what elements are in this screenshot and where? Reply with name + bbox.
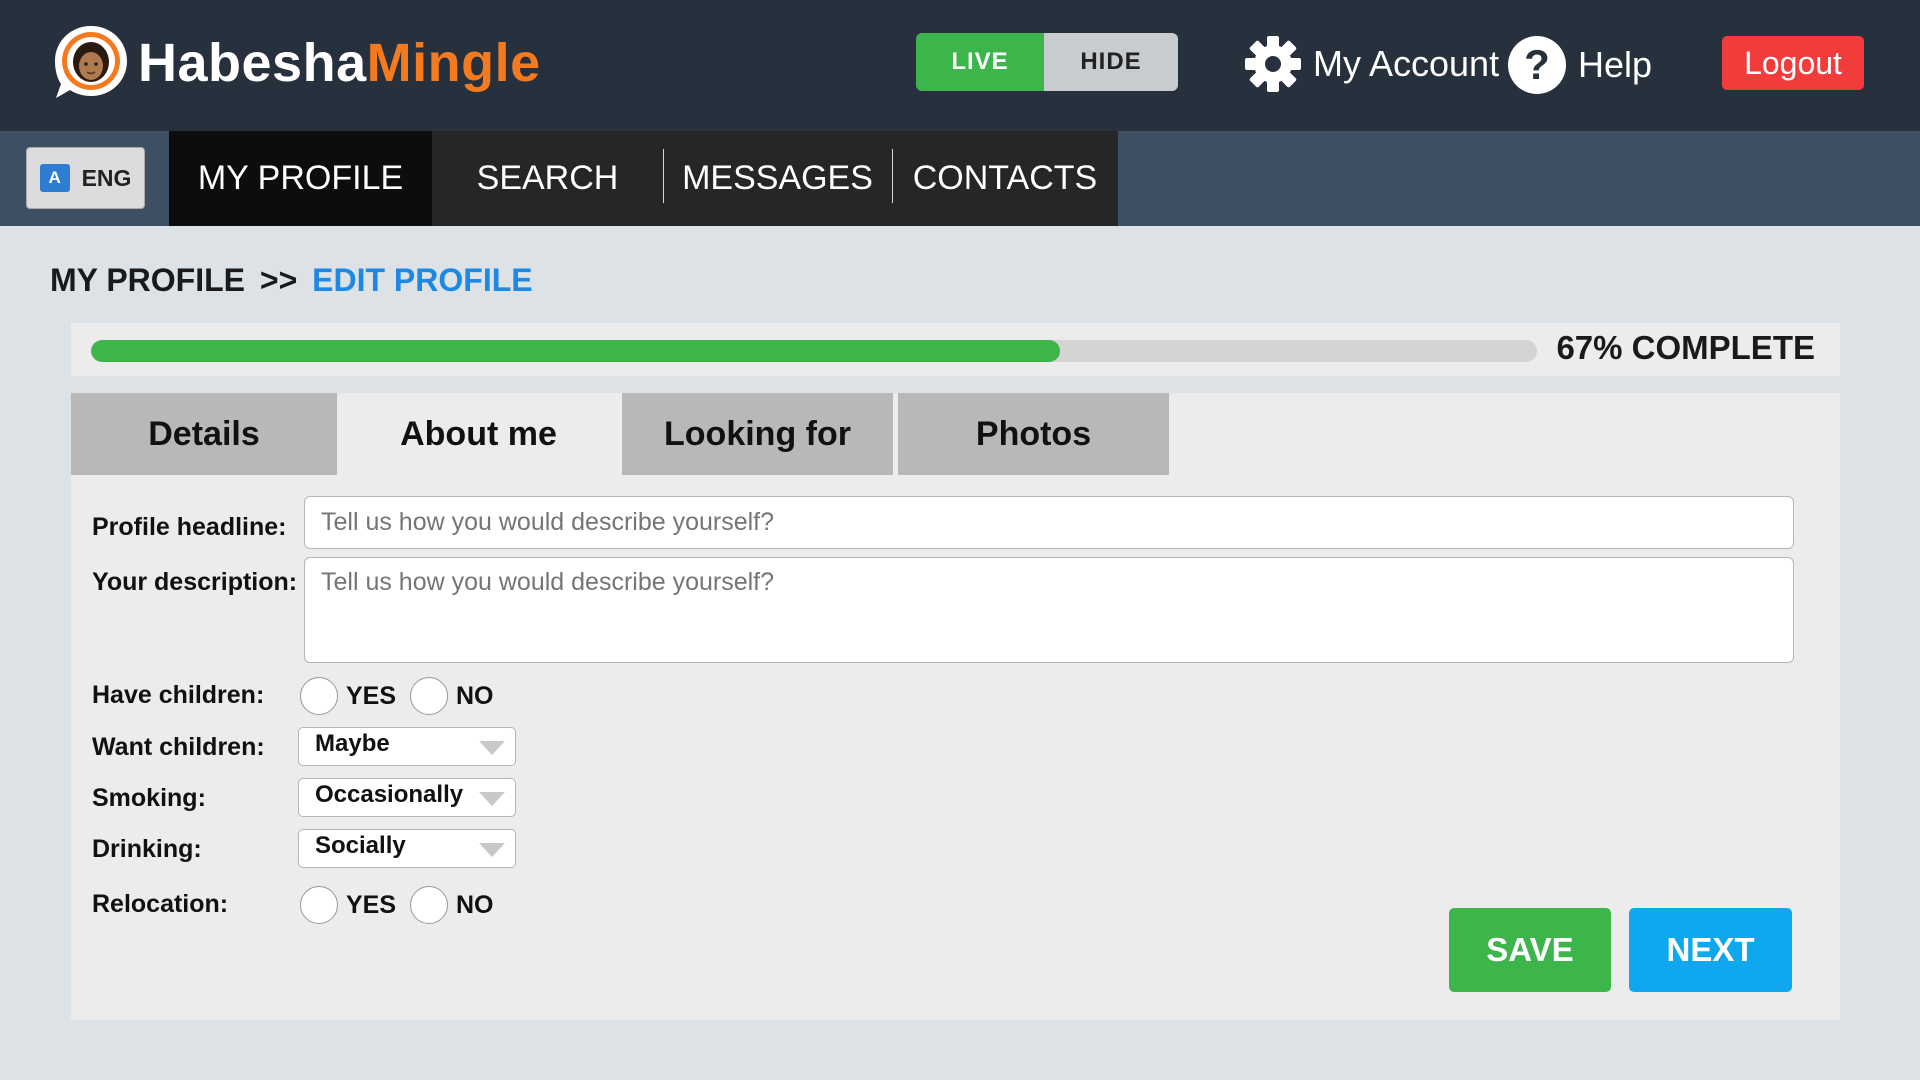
save-button[interactable]: SAVE: [1449, 908, 1611, 992]
question-icon: ?: [1508, 36, 1566, 94]
have-children-no-radio[interactable]: NO: [410, 677, 494, 715]
tab-photos[interactable]: Photos: [898, 393, 1169, 475]
brand-part1: Habesha: [138, 33, 367, 93]
help-label: Help: [1578, 44, 1653, 85]
breadcrumb: MY PROFILE >> EDIT PROFILE: [50, 262, 533, 299]
profile-progress: 67% COMPLETE: [71, 323, 1840, 376]
nav-tab-search[interactable]: SEARCH: [432, 131, 663, 226]
top-header: HabeshaMingle LIVE HIDE My Account ? Hel…: [0, 0, 1920, 131]
breadcrumb-current: EDIT PROFILE: [312, 262, 533, 298]
edit-profile-panel: Details About me Looking for Photos Prof…: [71, 393, 1840, 1020]
radio-label-yes: YES: [346, 890, 397, 919]
drinking-value: Socially: [315, 832, 406, 859]
logo[interactable]: HabeshaMingle: [50, 22, 541, 104]
nav-tab-my-profile[interactable]: MY PROFILE: [169, 131, 432, 226]
description-textarea[interactable]: [304, 557, 1794, 663]
brand-part2: Mingle: [366, 33, 541, 93]
profile-headline-label: Profile headline:: [92, 513, 287, 541]
tab-details[interactable]: Details: [71, 393, 337, 475]
radio-label-no: NO: [456, 681, 494, 710]
radio-circle[interactable]: [300, 677, 338, 715]
radio-label-no: NO: [456, 890, 494, 919]
progress-fill: [91, 340, 1060, 362]
next-button[interactable]: NEXT: [1629, 908, 1792, 992]
relocation-yes-radio[interactable]: YES: [300, 886, 396, 924]
progress-track: [91, 340, 1537, 362]
radio-circle[interactable]: [300, 886, 338, 924]
have-children-label: Have children:: [92, 681, 265, 709]
my-account-label: My Account: [1313, 43, 1500, 84]
language-label: ENG: [81, 164, 132, 191]
relocation-label: Relocation:: [92, 890, 229, 918]
nav-tab-messages[interactable]: MESSAGES: [663, 131, 892, 226]
brand-name: HabeshaMingle: [138, 32, 541, 94]
language-selector[interactable]: A ENG: [26, 147, 145, 209]
my-account-link[interactable]: My Account: [1243, 34, 1499, 94]
radio-circle[interactable]: [410, 886, 448, 924]
want-children-label: Want children:: [92, 733, 265, 761]
want-children-select[interactable]: Maybe: [298, 727, 516, 766]
gear-icon: [1245, 36, 1301, 92]
radio-circle[interactable]: [410, 677, 448, 715]
chevron-down-icon: [479, 741, 505, 755]
description-label: Your description:: [92, 568, 298, 596]
smoking-value: Occasionally: [315, 781, 464, 808]
logout-button[interactable]: Logout: [1722, 36, 1864, 90]
relocation-no-radio[interactable]: NO: [410, 886, 494, 924]
profile-headline-input[interactable]: [304, 496, 1794, 549]
breadcrumb-parent[interactable]: MY PROFILE: [50, 262, 245, 298]
smoking-select[interactable]: Occasionally: [298, 778, 516, 817]
smoking-label: Smoking:: [92, 784, 206, 812]
breadcrumb-separator: >>: [259, 262, 298, 298]
progress-label: 67% COMPLETE: [1556, 329, 1815, 366]
chevron-down-icon: [479, 843, 505, 857]
drinking-select[interactable]: Socially: [298, 829, 516, 868]
live-toggle-button[interactable]: LIVE: [916, 33, 1044, 91]
nav-tab-contacts[interactable]: CONTACTS: [892, 131, 1118, 226]
want-children-value: Maybe: [315, 730, 390, 757]
main-nav-tabs: MY PROFILE SEARCH MESSAGES CONTACTS: [169, 131, 1118, 226]
have-children-yes-radio[interactable]: YES: [300, 677, 396, 715]
tab-about-me[interactable]: About me: [337, 393, 620, 475]
translate-icon: A: [39, 164, 70, 192]
chevron-down-icon: [479, 792, 505, 806]
chat-bubble-avatar-icon: [50, 22, 132, 104]
drinking-label: Drinking:: [92, 835, 202, 863]
visibility-toggle: LIVE HIDE: [916, 33, 1178, 91]
radio-label-yes: YES: [346, 681, 397, 710]
tab-looking-for[interactable]: Looking for: [622, 393, 893, 475]
hide-toggle-button[interactable]: HIDE: [1044, 33, 1178, 91]
help-link[interactable]: ? Help: [1508, 36, 1652, 94]
